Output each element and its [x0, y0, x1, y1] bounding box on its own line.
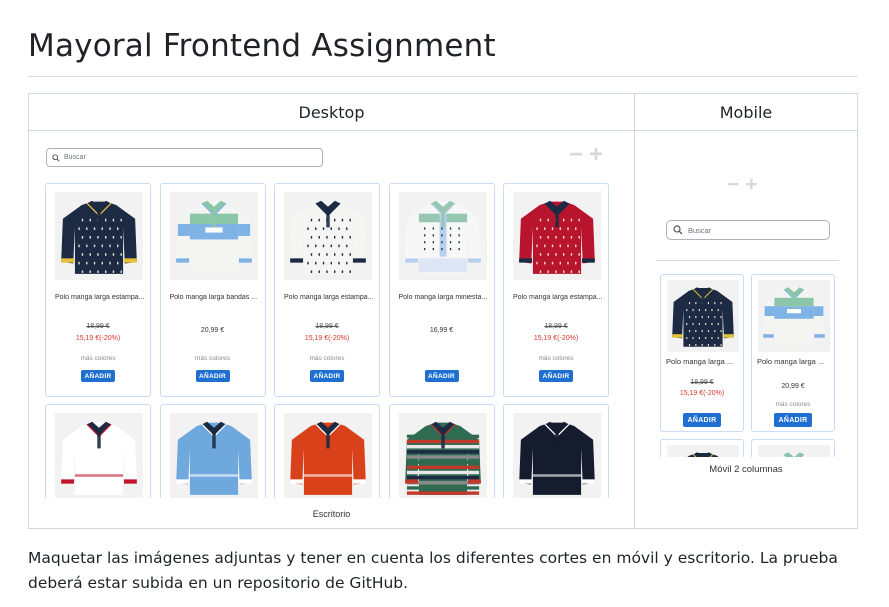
old-price: 18,99 € [86, 323, 110, 330]
product-image[interactable] [398, 413, 487, 498]
product-card[interactable]: Polo manga larga ... 18,99 € 15,19 €(-20%)… [660, 274, 744, 432]
product-image[interactable] [758, 445, 830, 457]
product-image[interactable] [55, 413, 143, 498]
product-card[interactable]: Polo manga larga estampa... 18,99 € 15,19 … [503, 183, 609, 397]
product-card[interactable]: Polo manga larga miniesta... 16,99 € AÑADI… [388, 183, 495, 397]
header-mobile: Mobile [634, 93, 858, 131]
search-icon [673, 225, 683, 235]
comparison-table: Desktop Mobile Buscar − + Polo manga lar… [28, 93, 858, 529]
desktop-mockup: Buscar − + Polo manga larga estampa... 18… [29, 131, 634, 528]
desktop-product-grid: Polo manga larga estampa... 18,99 € 15,19 … [45, 183, 615, 498]
product-card[interactable]: Polo manga larga ... 20,99 € más colores AÑ… [751, 274, 835, 432]
product-image[interactable] [667, 280, 739, 352]
product-name: Polo manga larga estampa... [513, 294, 603, 301]
sale-price: 15,19 €(-20%) [533, 335, 579, 342]
zoom-controls: − + [727, 174, 758, 195]
product-name: Polo manga larga estampa... [55, 294, 145, 301]
search-icon [52, 153, 60, 162]
mobile-caption: Móvil 2 columnas [709, 464, 783, 475]
product-card[interactable] [388, 404, 495, 498]
page-title: Mayoral Frontend Assignment [28, 28, 496, 64]
product-card[interactable] [503, 404, 609, 498]
search-input[interactable]: Buscar [666, 220, 830, 240]
product-image[interactable] [758, 280, 830, 352]
more-colors-link[interactable]: más colores [504, 355, 608, 362]
price: 20,99 € [781, 383, 805, 390]
search-placeholder: Buscar [64, 154, 86, 161]
header-desktop: Desktop [28, 93, 635, 131]
product-image[interactable] [55, 192, 143, 280]
product-card[interactable] [159, 404, 266, 498]
product-image[interactable] [284, 192, 372, 280]
zoom-controls: − + [569, 143, 603, 167]
old-price: 18,99 € [690, 379, 714, 386]
title-divider [28, 76, 858, 77]
product-card[interactable]: Polo manga larga estampa... 18,99 € 15,19 … [274, 183, 380, 397]
add-to-cart-button[interactable]: AÑADIR [310, 370, 344, 382]
product-card[interactable] [274, 404, 380, 498]
more-colors-link[interactable]: más colores [752, 401, 834, 408]
old-price: 18,99 € [315, 323, 339, 330]
product-card[interactable]: Polo manga larga estampa... 18,99 € 15,19 … [45, 183, 151, 397]
product-image[interactable] [169, 413, 258, 498]
product-image[interactable] [398, 192, 487, 280]
product-name: Polo manga larga estampa... [284, 294, 374, 301]
product-name: Polo manga larga ... [666, 357, 734, 366]
more-colors-link[interactable]: más colores [46, 355, 150, 362]
mobile-divider [656, 260, 839, 261]
product-image[interactable] [513, 192, 601, 280]
product-name: Polo manga larga ... [757, 357, 825, 366]
add-to-cart-button[interactable]: AÑADIR [539, 370, 573, 382]
add-to-cart-button[interactable]: AÑADIR [683, 413, 721, 427]
add-to-cart-button[interactable]: AÑADIR [424, 370, 459, 382]
zoom-out-button[interactable]: − [569, 143, 583, 167]
more-colors-link[interactable]: más colores [161, 355, 265, 362]
assignment-description: Maquetar las imágenes adjuntas y tener e… [28, 549, 838, 592]
sale-price: 15,19 €(-20%) [75, 335, 121, 342]
desktop-caption: Escritorio [312, 509, 351, 519]
product-card[interactable]: Polo manga larga bandas ... 20,99 € más co… [159, 183, 266, 397]
old-price: 18,99 € [544, 323, 568, 330]
mobile-mockup: − + Buscar Polo manga larga ... 18,99 € 15… [635, 131, 857, 528]
search-placeholder: Buscar [688, 225, 712, 235]
price: 20,99 € [200, 327, 225, 334]
add-to-cart-button[interactable]: AÑADIR [195, 370, 230, 382]
add-to-cart-button[interactable]: AÑADIR [774, 413, 812, 427]
zoom-out-button[interactable]: − [727, 174, 739, 195]
product-image[interactable] [284, 413, 372, 498]
sale-price: 15,19 €(-20%) [304, 335, 350, 342]
mobile-cell: − + Buscar Polo manga larga ... 18,99 € 15… [634, 130, 858, 529]
add-to-cart-button[interactable]: AÑADIR [81, 370, 115, 382]
desktop-cell: Buscar − + Polo manga larga estampa... 18… [28, 130, 635, 529]
product-card[interactable] [45, 404, 151, 498]
product-name: Polo manga larga bandas ... [169, 294, 258, 301]
product-image[interactable] [169, 192, 258, 280]
zoom-in-button[interactable]: + [745, 174, 757, 195]
product-name: Polo manga larga miniesta... [398, 294, 488, 301]
product-card[interactable] [751, 439, 835, 457]
mobile-product-grid: Polo manga larga ... 18,99 € 15,19 €(-20%)… [660, 274, 836, 457]
price: 16,99 € [429, 327, 454, 334]
product-image[interactable] [667, 445, 739, 457]
zoom-in-button[interactable]: + [589, 143, 603, 167]
product-image[interactable] [513, 413, 601, 498]
more-colors-link[interactable]: más colores [275, 355, 379, 362]
sale-price: 15,19 €(-20%) [679, 390, 725, 397]
search-input[interactable]: Buscar [46, 148, 323, 167]
product-card[interactable] [660, 439, 744, 457]
